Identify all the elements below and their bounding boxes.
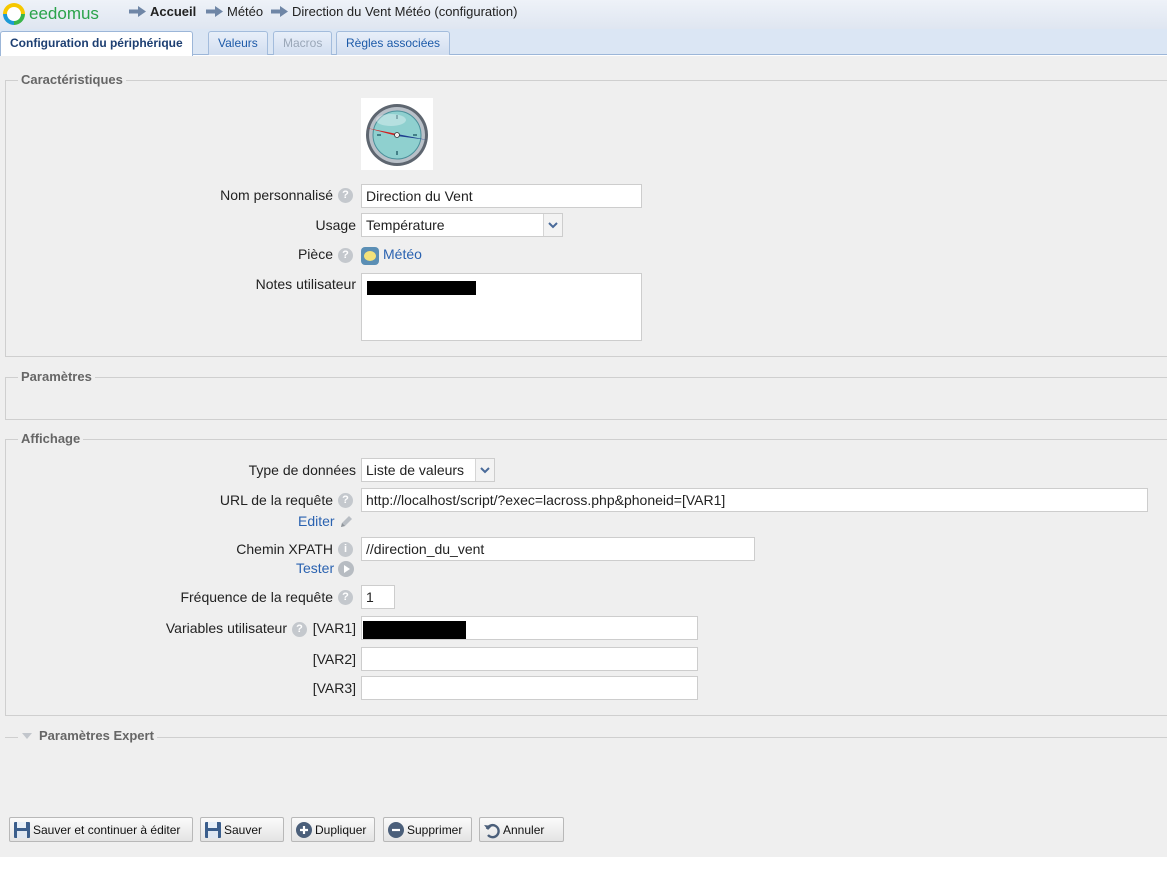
eedomus-logo[interactable]: eedomus bbox=[3, 2, 99, 26]
button-label: Sauver bbox=[224, 822, 263, 837]
logo-text: eedomus bbox=[29, 4, 99, 23]
button-label: Annuler bbox=[503, 822, 545, 837]
breadcrumb-label: Météo bbox=[227, 3, 264, 19]
label-var3: [VAR3] bbox=[312, 680, 356, 696]
xpath-input[interactable]: //direction_du_vent bbox=[361, 537, 755, 561]
url-requete-input[interactable]: http://localhost/script/?exec=lacross.ph… bbox=[361, 488, 1148, 512]
label-xpath: Chemin XPATH bbox=[236, 541, 333, 557]
button-label: Sauver et continuer à éditer bbox=[33, 822, 181, 837]
help-icon[interactable]: ? bbox=[338, 188, 353, 203]
var3-input[interactable] bbox=[361, 676, 698, 700]
frequence-input[interactable]: 1 bbox=[361, 585, 395, 609]
pencil-icon[interactable] bbox=[339, 514, 354, 529]
cancel-button[interactable]: Annuler bbox=[479, 817, 564, 842]
save-button[interactable]: Sauver bbox=[200, 817, 284, 842]
arrow-right-icon bbox=[129, 5, 146, 17]
type-selected-value: Liste de valeurs bbox=[366, 462, 465, 478]
help-icon[interactable]: ? bbox=[338, 590, 353, 605]
minus-circle-icon bbox=[388, 821, 404, 838]
triangle-down-icon bbox=[22, 732, 32, 739]
button-label: Supprimer bbox=[407, 822, 463, 837]
breadcrumb-home[interactable]: Accueil bbox=[129, 3, 196, 19]
legend-expert: Paramètres Expert bbox=[39, 728, 154, 743]
fieldset-affichage: Affichage bbox=[5, 431, 1167, 716]
help-icon[interactable]: ? bbox=[338, 493, 353, 508]
label-usage: Usage bbox=[315, 217, 356, 233]
floppy-disk-icon bbox=[205, 821, 221, 838]
help-icon[interactable]: ? bbox=[338, 248, 353, 263]
undo-icon bbox=[484, 823, 500, 838]
top-bar: eedomus Accueil Météo Direction du Vent … bbox=[0, 0, 1167, 29]
label-variables: Variables utilisateur bbox=[165, 620, 287, 636]
chevron-down-icon[interactable] bbox=[543, 214, 562, 236]
label-url: URL de la requête bbox=[219, 492, 333, 508]
logo-ring-icon bbox=[3, 3, 25, 25]
tab-regles[interactable]: Règles associées bbox=[336, 31, 451, 55]
tab-strip: Configuration du périphérique Valeurs Ma… bbox=[0, 29, 1167, 56]
save-continue-button[interactable]: Sauver et continuer à éditer bbox=[9, 817, 193, 842]
fieldset-expert bbox=[5, 737, 1167, 738]
usage-selected-value: Température bbox=[366, 217, 445, 233]
device-image[interactable] bbox=[361, 98, 433, 170]
chevron-down-icon[interactable] bbox=[475, 459, 494, 481]
arrow-right-icon bbox=[271, 5, 288, 17]
tab-valeurs[interactable]: Valeurs bbox=[208, 31, 268, 55]
tab-macros: Macros bbox=[273, 31, 333, 55]
label-notes: Notes utilisateur bbox=[255, 276, 356, 292]
var1-input[interactable] bbox=[361, 616, 698, 640]
info-icon[interactable]: i bbox=[338, 542, 353, 557]
fieldset-parametres: Paramètres bbox=[5, 369, 1167, 420]
legend-affichage: Affichage bbox=[18, 431, 84, 446]
compass-icon bbox=[366, 104, 428, 166]
label-type-donnees: Type de données bbox=[248, 462, 356, 478]
editer-link[interactable]: Editer bbox=[298, 513, 335, 529]
tab-configuration[interactable]: Configuration du périphérique bbox=[0, 31, 193, 56]
label-piece: Pièce bbox=[297, 246, 333, 262]
expert-toggle[interactable]: Paramètres Expert bbox=[18, 728, 157, 743]
tester-link[interactable]: Tester bbox=[296, 560, 334, 576]
label-var2: [VAR2] bbox=[312, 651, 356, 667]
play-icon[interactable] bbox=[338, 561, 354, 577]
usage-select[interactable]: Température bbox=[361, 213, 563, 237]
floppy-disk-icon bbox=[14, 821, 30, 838]
var2-input[interactable] bbox=[361, 647, 698, 671]
weather-room-icon bbox=[361, 247, 379, 265]
breadcrumb-meteo[interactable]: Météo bbox=[206, 3, 263, 19]
notes-textarea[interactable] bbox=[361, 273, 642, 341]
type-donnees-select[interactable]: Liste de valeurs bbox=[361, 458, 495, 482]
label-var1: [VAR1] bbox=[312, 620, 356, 636]
legend-caracteristiques: Caractéristiques bbox=[18, 72, 126, 87]
main-panel: Caractéristiques Nom personnalisé ? Dire… bbox=[0, 56, 1167, 857]
add-circle-icon bbox=[296, 821, 312, 838]
label-frequence: Fréquence de la requête bbox=[180, 589, 333, 605]
delete-button[interactable]: Supprimer bbox=[383, 817, 472, 842]
duplicate-button[interactable]: Dupliquer bbox=[291, 817, 375, 842]
button-label: Dupliquer bbox=[315, 822, 367, 837]
breadcrumb-label: Accueil bbox=[150, 3, 197, 19]
redacted-block bbox=[363, 621, 466, 639]
legend-parametres: Paramètres bbox=[18, 369, 95, 384]
piece-meteo-link[interactable]: Météo bbox=[383, 246, 422, 262]
help-icon[interactable]: ? bbox=[292, 622, 307, 637]
label-nom: Nom personnalisé bbox=[220, 187, 333, 203]
breadcrumb-current: Direction du Vent Météo (configuration) bbox=[271, 3, 517, 19]
nom-personnalise-input[interactable]: Direction du Vent bbox=[361, 184, 642, 208]
redacted-block bbox=[367, 281, 476, 295]
arrow-right-icon bbox=[206, 5, 223, 17]
breadcrumb-label: Direction du Vent Météo (configuration) bbox=[292, 3, 518, 19]
